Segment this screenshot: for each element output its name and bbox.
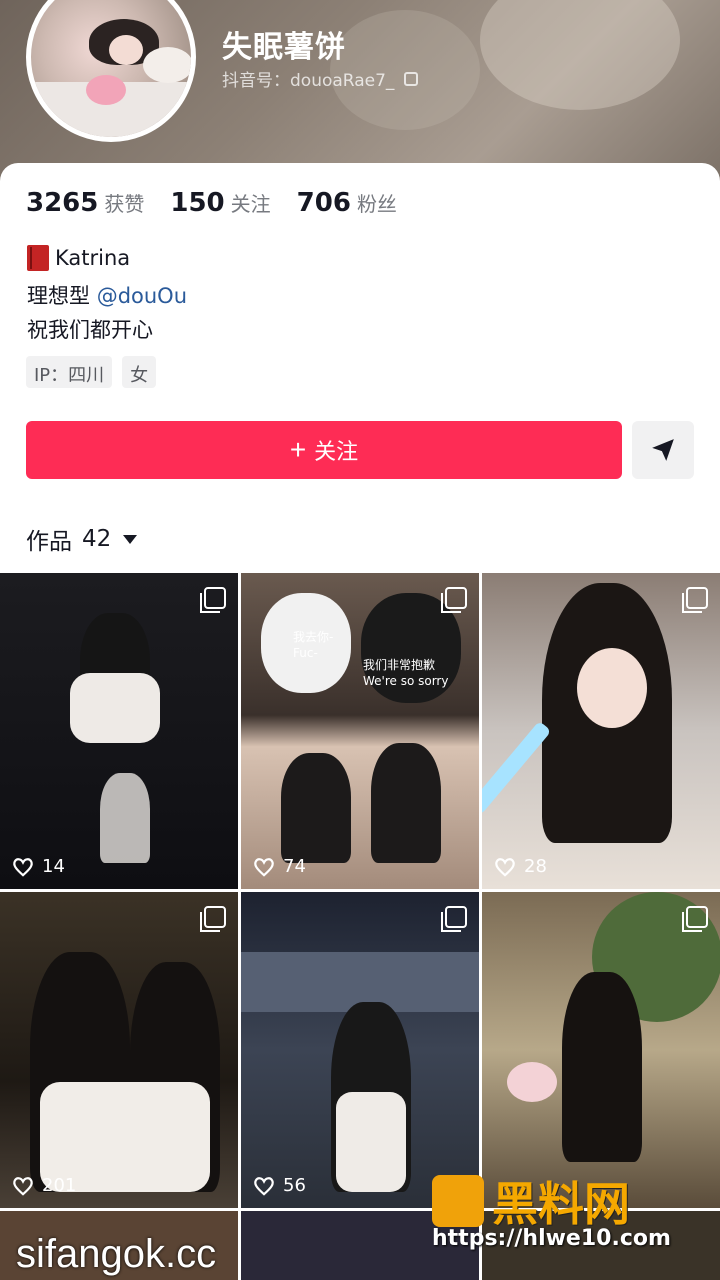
multi-image-icon xyxy=(441,906,467,932)
multi-image-icon xyxy=(200,906,226,932)
video-likes-count: 14 xyxy=(42,856,65,877)
stat-following-number: 150 xyxy=(170,188,225,218)
video-likes-count: 56 xyxy=(283,1175,306,1196)
watermark-text-1: sifangok.cc xyxy=(16,1232,217,1276)
video-tile[interactable] xyxy=(482,892,720,1208)
video-tile[interactable]: 56 xyxy=(241,892,479,1208)
watermark-text-3: https://hlwe10.com xyxy=(432,1226,671,1251)
bio-line-1: Katrina xyxy=(27,245,130,271)
plus-icon: + xyxy=(289,434,307,465)
copy-icon[interactable] xyxy=(404,71,419,86)
video-tile[interactable]: 14 xyxy=(0,573,238,889)
photo-caption-1: 我去你- Fuc- xyxy=(293,630,334,660)
multi-image-icon xyxy=(682,906,708,932)
heart-icon xyxy=(495,857,515,877)
book-icon xyxy=(27,245,49,271)
multi-image-icon xyxy=(441,587,467,613)
video-likes: 74 xyxy=(253,856,306,877)
watermark-logo-group: 黑料网 xyxy=(432,1168,630,1234)
bio-mention-link[interactable]: @douOu xyxy=(97,284,187,308)
send-message-button[interactable] xyxy=(632,421,694,479)
heart-icon xyxy=(13,857,33,877)
follow-button[interactable]: + 关注 xyxy=(26,421,622,479)
works-label: 作品 xyxy=(26,529,72,555)
tag-ip-location: IP：四川 xyxy=(26,356,113,388)
stat-followers[interactable]: 706 粉丝 xyxy=(297,188,397,218)
video-likes: 201 xyxy=(12,1175,76,1196)
watermark-text-2: 黑料网 xyxy=(492,1177,630,1231)
watermark-logo-icon xyxy=(432,1175,484,1227)
caret-down-icon xyxy=(123,534,138,544)
avatar-plush-toy xyxy=(86,75,126,105)
stat-followers-number: 706 xyxy=(296,188,351,218)
heart-icon xyxy=(13,1176,33,1196)
video-tile[interactable]: 201 xyxy=(0,892,238,1208)
heart-icon xyxy=(254,857,274,877)
stat-likes[interactable]: 3265 获赞 xyxy=(26,188,144,218)
profile-stats: 3265 获赞 150 关注 706 粉丝 xyxy=(26,188,397,218)
stat-followers-label: 粉丝 xyxy=(356,192,397,216)
multi-image-icon xyxy=(682,587,708,613)
works-count: 42 xyxy=(82,526,112,552)
video-likes-count: 28 xyxy=(524,856,547,877)
stat-likes-label: 获赞 xyxy=(104,192,145,216)
video-likes: 28 xyxy=(494,856,547,877)
photo-person-dress xyxy=(336,1092,406,1192)
follow-button-label: 关注 xyxy=(314,439,359,464)
video-likes-count: 74 xyxy=(283,856,306,877)
profile-tags: IP：四川 女 xyxy=(26,356,157,388)
photo-person-2 xyxy=(371,743,441,863)
photo-cake xyxy=(507,1062,557,1102)
stat-likes-number: 3265 xyxy=(26,188,99,218)
send-icon xyxy=(652,439,674,461)
stat-following-label: 关注 xyxy=(230,192,271,216)
photo-person-2 xyxy=(100,773,150,863)
video-tile[interactable]: 28 xyxy=(482,573,720,889)
douyin-id-text: 抖音号：douoaRae7_ xyxy=(222,71,395,91)
bio-line-2-prefix: 理想型 xyxy=(27,284,97,308)
avatar-cat xyxy=(143,47,191,83)
photo-caption-2: 我们非常抱歉 We're so sorry xyxy=(363,658,449,688)
video-likes: 56 xyxy=(253,1175,306,1196)
heart-icon xyxy=(254,1176,274,1196)
multi-image-icon xyxy=(200,587,226,613)
avatar-person-face xyxy=(109,35,143,65)
works-tab[interactable]: 作品 42 xyxy=(26,522,138,556)
photo-person-outfit xyxy=(70,673,160,743)
tag-gender: 女 xyxy=(122,356,157,388)
video-tile[interactable]: 我去你- Fuc- 我们非常抱歉 We're so sorry 74 xyxy=(241,573,479,889)
video-likes: 14 xyxy=(12,856,65,877)
profile-name: 失眠薯饼 xyxy=(222,30,346,65)
background-cat-photo xyxy=(480,0,680,110)
bio-line-1-text: Katrina xyxy=(55,246,131,270)
bio-line-3: 祝我们都开心 xyxy=(27,318,153,342)
photo-person xyxy=(562,972,642,1162)
stat-following[interactable]: 150 关注 xyxy=(170,188,270,218)
bio-line-2: 理想型 @douOu xyxy=(27,280,187,310)
photo-person xyxy=(281,753,351,863)
avatar[interactable] xyxy=(26,0,196,142)
douyin-id: 抖音号：douoaRae7_ xyxy=(222,66,419,91)
video-likes-count: 201 xyxy=(42,1175,77,1196)
photo-person-face xyxy=(577,648,647,728)
